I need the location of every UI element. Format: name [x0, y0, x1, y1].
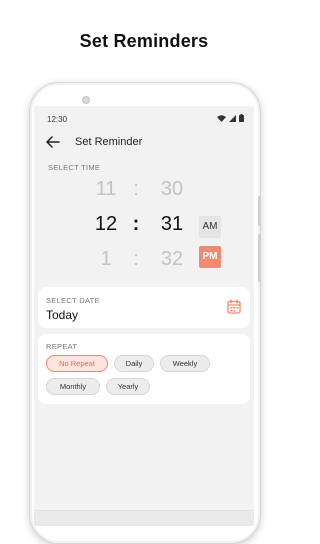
pm-button[interactable]: PM — [199, 246, 221, 268]
repeat-chip-daily[interactable]: Daily — [114, 355, 154, 372]
minute-value[interactable]: 30 — [157, 178, 187, 201]
time-separator: : — [132, 213, 140, 235]
repeat-label: REPEAT — [46, 342, 78, 351]
minute-value-selected[interactable]: 31 — [157, 213, 187, 236]
status-bar: 12:30 — [34, 106, 254, 130]
repeat-card: REPEAT No Repeat Daily Weekly Monthly Ye… — [38, 334, 250, 404]
hour-value[interactable]: 1 — [91, 248, 121, 271]
bottom-panel — [34, 510, 254, 526]
app-screen: 12:30 Set Reminder SELECT TIME 11 : 30 1… — [34, 106, 254, 526]
time-row-previous[interactable]: 11 : 30 — [34, 178, 254, 208]
repeat-chip-monthly[interactable]: Monthly — [46, 378, 100, 395]
minute-value[interactable]: 32 — [157, 248, 187, 271]
promo-title: Set Reminders — [79, 31, 209, 51]
repeat-chip-no-repeat[interactable]: No Repeat — [46, 355, 108, 372]
calendar-icon[interactable] — [227, 299, 241, 314]
select-date-card[interactable]: SELECT DATE Today — [38, 287, 250, 328]
am-button[interactable]: AM — [199, 216, 221, 238]
select-time-label: SELECT TIME — [48, 163, 101, 172]
time-separator: : — [133, 248, 139, 270]
signal-icon — [229, 114, 236, 122]
power-button — [258, 234, 261, 282]
hour-value-selected[interactable]: 12 — [91, 213, 121, 236]
repeat-chip-weekly[interactable]: Weekly — [160, 355, 210, 372]
status-icons — [217, 114, 244, 122]
wifi-icon — [217, 114, 226, 122]
status-time: 12:30 — [47, 115, 68, 124]
hour-value[interactable]: 11 — [91, 178, 121, 201]
time-separator: : — [133, 178, 139, 200]
page-title: Set Reminder — [75, 136, 143, 148]
volume-button — [258, 196, 261, 226]
select-date-label: SELECT DATE — [46, 296, 100, 305]
date-value: Today — [46, 308, 79, 322]
front-camera — [82, 96, 90, 104]
time-row-selected[interactable]: 12 : 31 — [34, 213, 254, 243]
time-row-next[interactable]: 1 : 32 — [34, 248, 254, 278]
battery-icon — [239, 114, 244, 122]
arrow-left-icon[interactable] — [46, 136, 60, 148]
repeat-chip-yearly[interactable]: Yearly — [106, 378, 150, 395]
app-bar: Set Reminder — [34, 130, 254, 154]
